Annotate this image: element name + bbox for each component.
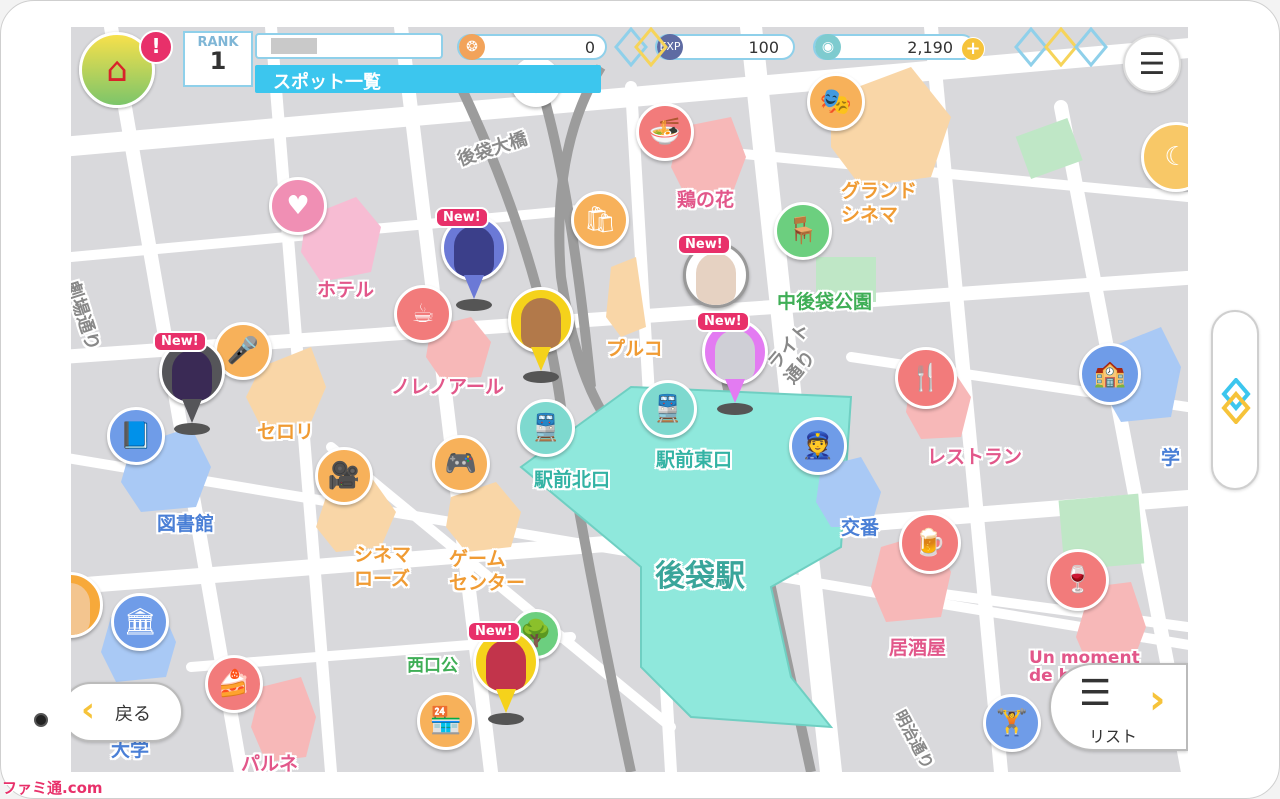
chevron-left-icon: ‹ — [81, 690, 96, 730]
spot-label-library[interactable]: 図書館 — [157, 509, 214, 536]
tablet-camera — [34, 713, 48, 727]
spot-label-izakaya[interactable]: 居酒屋 — [889, 633, 946, 660]
new-badge: New! — [435, 207, 489, 228]
new-badge: New! — [153, 331, 207, 352]
character-pin-gray[interactable]: New! — [153, 331, 225, 435]
spot-label-plco[interactable]: プルコ — [606, 334, 663, 361]
police-cap-icon[interactable]: 👮 — [789, 417, 847, 475]
character-pin-yellow[interactable] — [508, 287, 574, 383]
university-icon[interactable]: 🏛 — [111, 593, 169, 651]
spot-label-grand-cinema[interactable]: グランド シネマ — [841, 179, 917, 227]
back-button[interactable]: ‹ 戻る — [71, 682, 183, 742]
train-north-icon[interactable]: 🚆 — [517, 399, 575, 457]
spot-label-police[interactable]: 交番 — [841, 513, 879, 540]
chevron-right-icon: › — [1149, 677, 1166, 723]
game-screen: ♥ ☕ 🎤 📘 🎥 🎮 🚆 🚆 🛍 🍜 🎭 🪑 🍴 👮 🍺 🍷 🏫 🏛 🍰 🏪 … — [71, 27, 1188, 772]
player-name-redacted — [271, 38, 317, 54]
player-name-box — [255, 33, 443, 59]
list-button-label: リスト — [1089, 727, 1138, 746]
rank-value: 1 — [209, 47, 227, 75]
character-pin-blue[interactable]: New! — [435, 207, 507, 311]
paw-icon: ❂ — [459, 34, 485, 60]
side-drawer-handle[interactable] — [1211, 310, 1259, 490]
spot-label-restaurant[interactable]: レストラン — [927, 442, 1022, 469]
spot-label-game-center[interactable]: ゲーム センター — [449, 547, 525, 595]
school-icon[interactable]: 🏫 — [1079, 343, 1141, 405]
new-badge: New! — [467, 621, 521, 642]
spot-label-west-park[interactable]: 西口公 — [407, 651, 458, 676]
diamond-logo-icon — [1221, 378, 1251, 424]
spot-label-east-exit[interactable]: 駅前東口 — [656, 445, 732, 472]
spot-label-torinohana[interactable]: 鶏の花 — [677, 185, 734, 212]
spot-label-celery[interactable]: セロリ — [257, 417, 314, 444]
shop-awning-icon[interactable]: 🏪 — [417, 692, 475, 750]
spot-list-tab-label: スポット一覧 — [273, 72, 381, 93]
spot-label-park[interactable]: 中後袋公園 — [777, 287, 872, 314]
spot-label-hotel[interactable]: ホテル — [317, 275, 374, 302]
hamburger-menu-icon[interactable]: ☰ — [1123, 35, 1181, 93]
back-button-label: 戻る — [115, 704, 151, 725]
spot-label-north-exit[interactable]: 駅前北口 — [534, 465, 610, 492]
alert-badge: ! — [139, 30, 173, 64]
book-icon[interactable]: 📘 — [107, 407, 165, 465]
character-pin-orange[interactable] — [71, 572, 103, 668]
train-east-icon[interactable]: 🚆 — [639, 380, 697, 438]
spot-label-parune[interactable]: パルネ — [241, 749, 298, 772]
ramen-icon[interactable]: 🍜 — [636, 103, 694, 161]
character-pin-red[interactable]: New! — [467, 621, 539, 725]
bench-icon[interactable]: 🪑 — [774, 202, 832, 260]
movie-camera-icon[interactable]: 🎥 — [315, 447, 373, 505]
hotel-icon[interactable]: ♥ — [269, 177, 327, 235]
character-pin-purple[interactable]: New! — [696, 311, 768, 415]
fork-knife-icon[interactable]: 🍴 — [895, 347, 957, 409]
spot-list-tab[interactable]: スポット一覧 — [255, 65, 601, 93]
shopping-bag-icon[interactable]: 🛍 — [571, 191, 629, 249]
watermark: ファミ通.com — [2, 779, 103, 797]
spot-label-school[interactable]: 学 — [1161, 443, 1180, 470]
spot-label-noir[interactable]: ノレノアール — [391, 372, 504, 399]
beer-mug-icon[interactable]: 🍺 — [899, 512, 961, 574]
list-icon: ☰ — [1079, 673, 1112, 714]
station-name: 後袋駅 — [655, 559, 745, 594]
rank-box: RANK 1 — [183, 31, 253, 87]
new-badge: New! — [677, 234, 731, 255]
diamond-pattern-icon — [614, 27, 1108, 67]
dumbbell-icon[interactable]: 🏋 — [983, 694, 1041, 752]
wine-glass-icon[interactable]: 🍷 — [1047, 549, 1109, 611]
cake-icon[interactable]: 🍰 — [205, 655, 263, 713]
gamepad-icon[interactable]: 🎮 — [432, 435, 490, 493]
spot-label-cinema-rose[interactable]: シネマ ローズ — [354, 543, 411, 591]
paw-counter: ❂ 0 — [457, 34, 607, 60]
list-button[interactable]: ☰ › リスト — [1049, 663, 1188, 751]
new-badge: New! — [696, 311, 750, 332]
theater-icon[interactable]: 🎭 — [807, 73, 865, 131]
